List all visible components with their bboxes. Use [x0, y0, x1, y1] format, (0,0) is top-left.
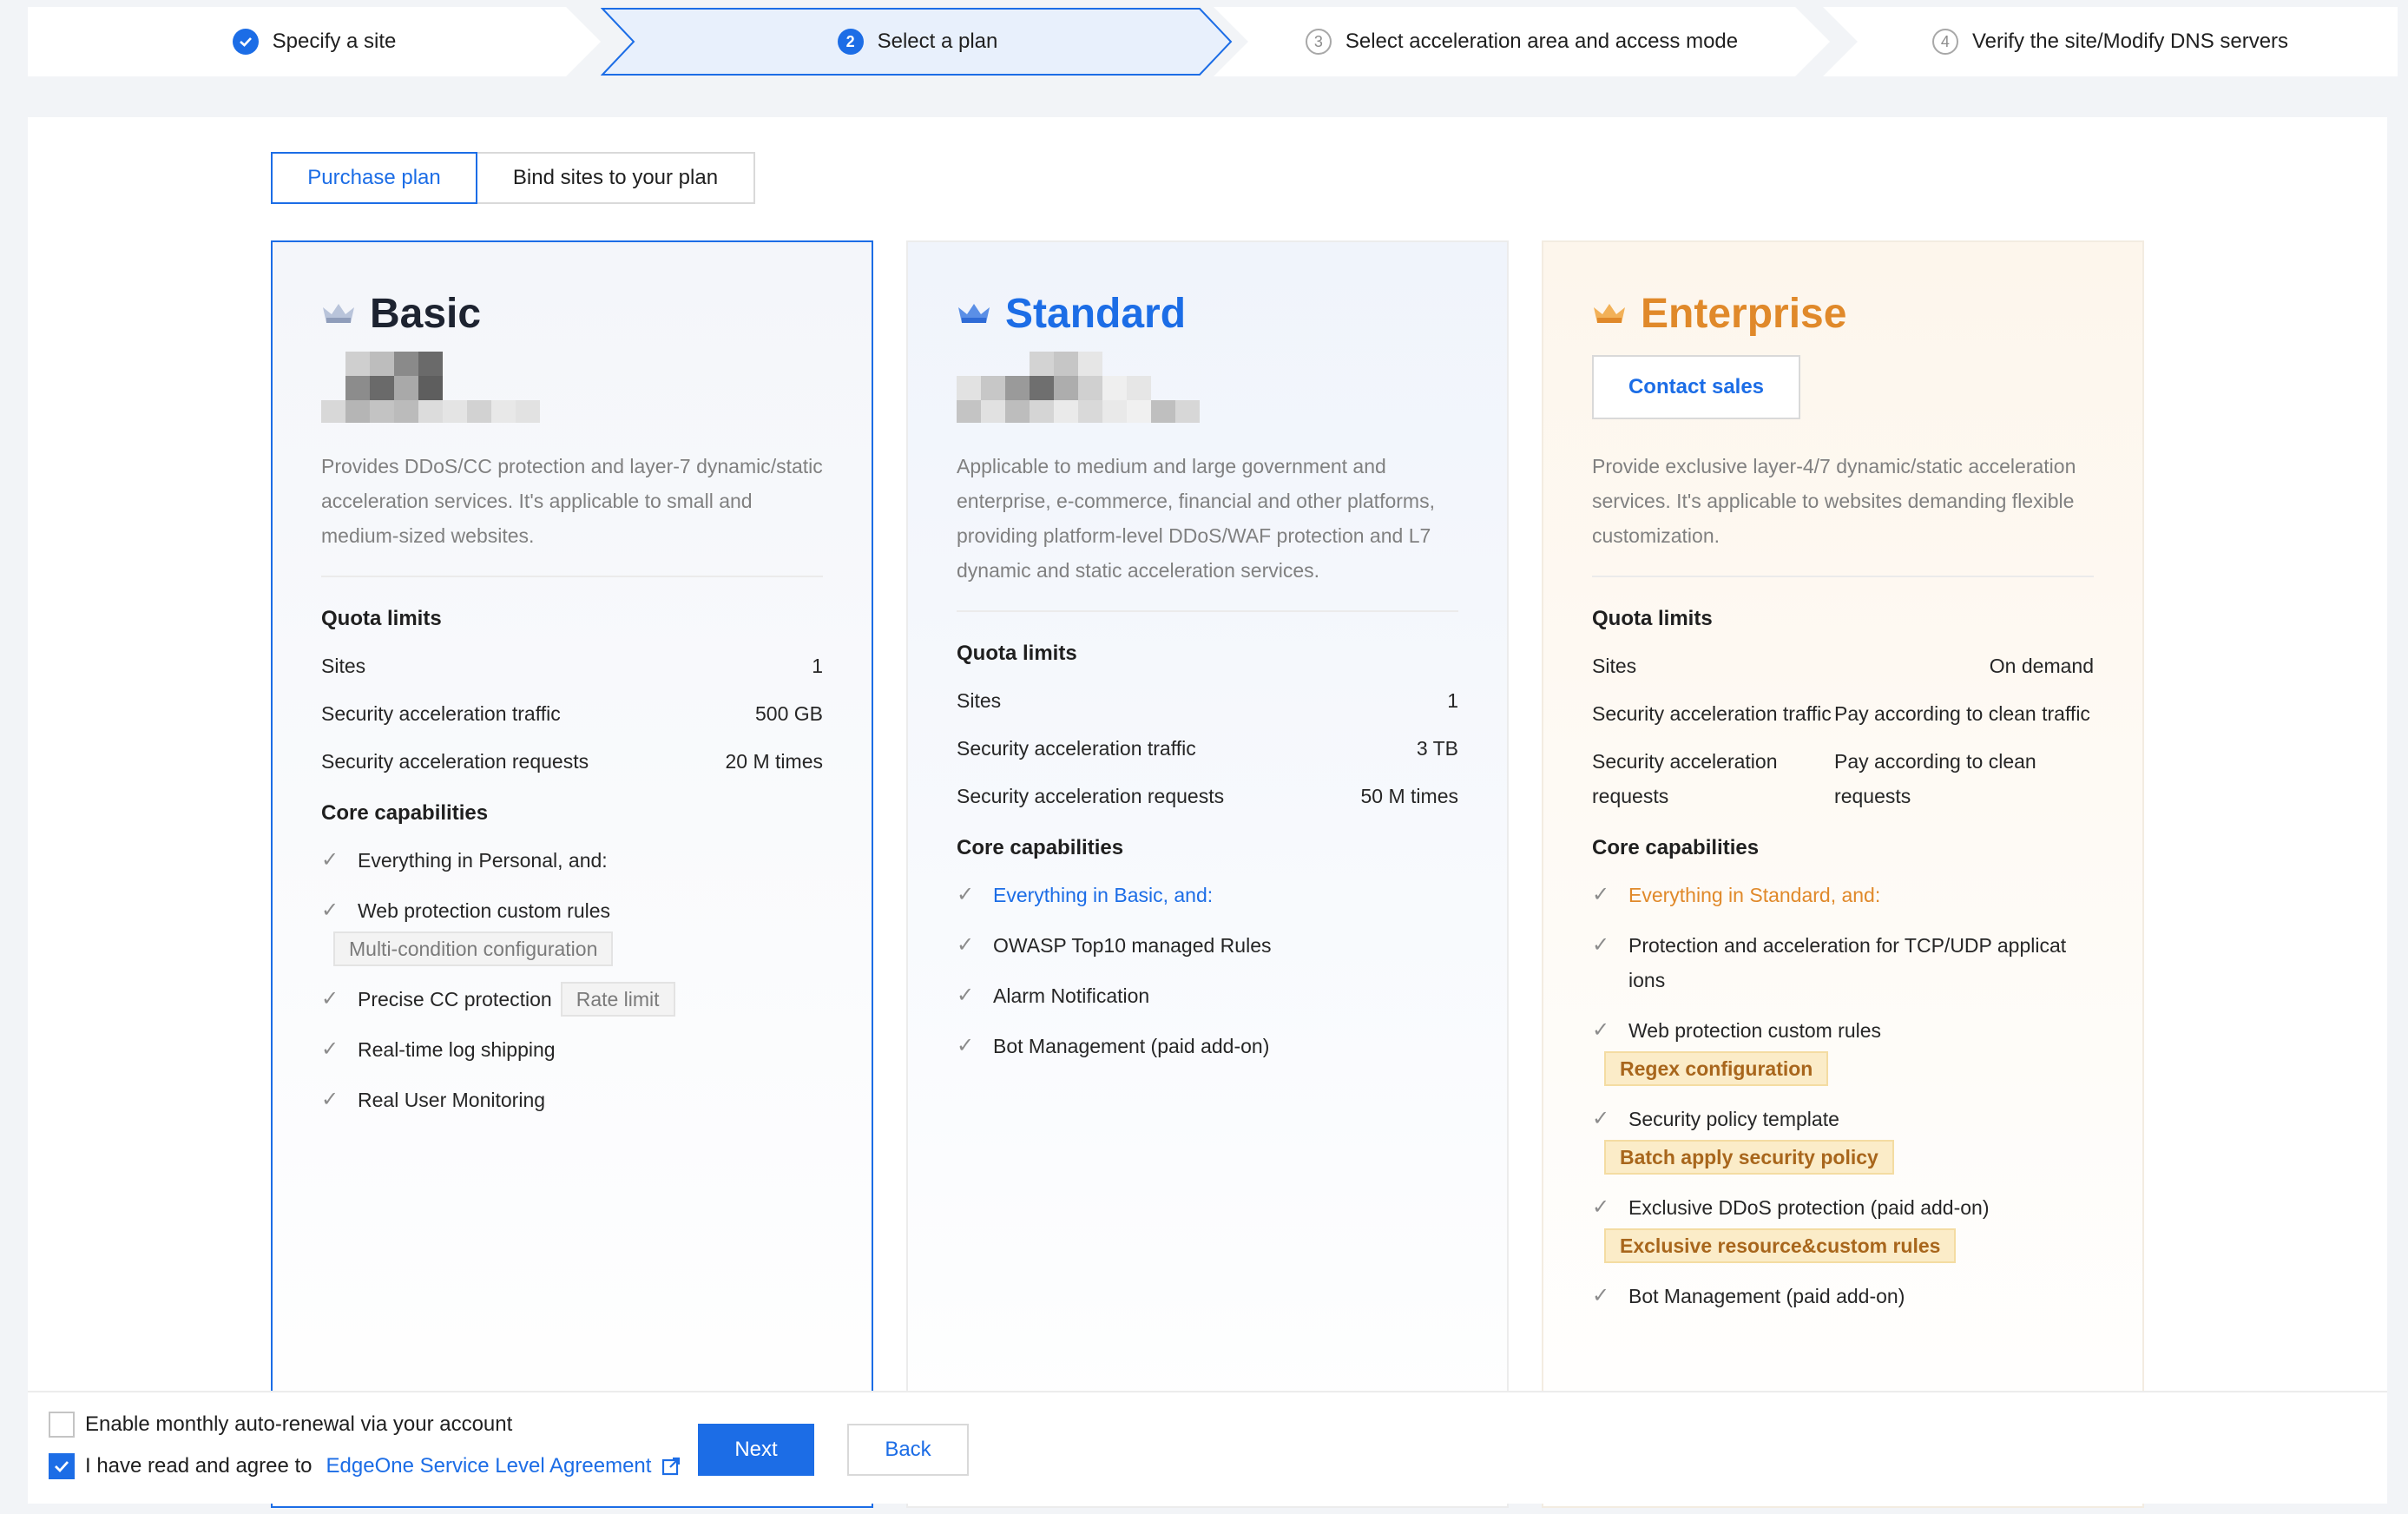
- auto-renew-label: Enable monthly auto-renewal via your acc…: [85, 1412, 513, 1436]
- check-icon: ✓: [957, 933, 975, 957]
- auto-renew-option: Enable monthly auto-renewal via your acc…: [49, 1412, 512, 1438]
- auto-renew-checkbox[interactable]: [49, 1412, 75, 1438]
- check-icon: ✓: [321, 987, 339, 1010]
- price-redacted: [957, 352, 1458, 423]
- check-icon: ✓: [1592, 1018, 1610, 1042]
- tab-bind-sites[interactable]: Bind sites to your plan: [477, 152, 755, 204]
- capability-item: ✓ Web protection custom rules Multi-condi…: [321, 893, 823, 966]
- step-label: Select acceleration area and access mode: [1345, 30, 1739, 53]
- quota-title: Quota limits: [957, 642, 1077, 665]
- footer-bar: Enable monthly auto-renewal via your acc…: [28, 1391, 2387, 1504]
- divider: [957, 610, 1458, 612]
- quota-row-traffic: Security acceleration traffic Pay accordi…: [1592, 702, 2090, 725]
- agreement-checkbox[interactable]: [49, 1453, 75, 1479]
- quota-row-requests: Security acceleration requests 20 M times: [321, 750, 823, 773]
- feature-tag: Batch apply security policy: [1604, 1140, 1894, 1175]
- quota-row-sites: Sites On demand: [1592, 655, 2094, 677]
- crown-icon: [323, 304, 354, 323]
- quota-row-sites: Sites 1: [321, 655, 823, 677]
- capability-item: ✓ OWASP Top10 managed Rules: [957, 928, 1458, 963]
- capability-item: ✓ Real User Monitoring: [321, 1083, 823, 1117]
- capability-item: ✓ Alarm Notification: [957, 978, 1458, 1013]
- core-title: Core capabilities: [321, 801, 489, 825]
- quota-row-traffic: Security acceleration traffic 3 TB: [957, 737, 1458, 760]
- price-redacted: [321, 352, 823, 423]
- step-label: Specify a site: [272, 30, 397, 53]
- check-icon: ✓: [321, 1088, 339, 1111]
- feature-tag: Exclusive resource&custom rules: [1604, 1228, 1957, 1263]
- check-icon: ✓: [1592, 883, 1610, 906]
- plan-card-standard[interactable]: Standard Applicable to medium and large …: [906, 240, 1509, 1508]
- step-select-plan[interactable]: 2 Select a plan: [601, 7, 1234, 76]
- check-icon: ✓: [321, 1037, 339, 1061]
- quota-row-requests: Security acceleration requests 50 M times: [957, 785, 1458, 807]
- step-number-badge: 3: [1305, 29, 1332, 55]
- step-specify-site[interactable]: Specify a site: [28, 7, 601, 76]
- step-label: Verify the site/Modify DNS servers: [1971, 30, 2289, 53]
- step-verify-site[interactable]: 4 Verify the site/Modify DNS servers: [1823, 7, 2398, 76]
- plan-name: Standard: [1005, 290, 1187, 337]
- check-icon: ✓: [957, 1034, 975, 1057]
- capability-item: ✓ Real-time log shipping: [321, 1032, 823, 1067]
- crown-icon: [958, 304, 990, 323]
- plan-name: Enterprise: [1641, 290, 1847, 337]
- plan-card-enterprise[interactable]: Enterprise Contact sales Provide exclusi…: [1542, 240, 2144, 1508]
- step-number-badge: 2: [837, 29, 864, 55]
- capability-item: ✓ Protection and acceleration for TCP/UDP…: [1592, 928, 2094, 997]
- check-icon: ✓: [321, 899, 339, 922]
- divider: [321, 576, 823, 577]
- core-title: Core capabilities: [957, 836, 1124, 859]
- capability-item: ✓ Exclusive DDoS protection (paid add-on)…: [1592, 1190, 2094, 1263]
- external-link-icon[interactable]: [661, 1457, 681, 1476]
- capability-item: ✓ Everything in Standard, and:: [1592, 878, 2094, 912]
- capability-item: ✓ Precise CC protection Rate limit: [321, 982, 823, 1017]
- plan-tabs: Purchase plan Bind sites to your plan: [271, 152, 755, 204]
- next-button[interactable]: Next: [698, 1424, 814, 1476]
- main-panel: Purchase plan Bind sites to your plan Ba…: [28, 117, 2387, 1508]
- capability-item: ✓ Security policy template Batch apply se…: [1592, 1102, 2094, 1175]
- back-button[interactable]: Back: [847, 1424, 969, 1476]
- capability-item: ✓ Everything in Personal, and:: [321, 843, 823, 878]
- quota-row-traffic: Security acceleration traffic 500 GB: [321, 702, 823, 725]
- step-acceleration-area[interactable]: 3 Select acceleration area and access mo…: [1214, 7, 1830, 76]
- agreement-label: I have read and agree to: [85, 1454, 313, 1478]
- quota-row-sites: Sites 1: [957, 689, 1458, 712]
- feature-tag: Multi-condition configuration: [333, 931, 614, 966]
- divider: [1592, 576, 2094, 577]
- capability-item: ✓ Everything in Basic, and:: [957, 878, 1458, 912]
- feature-tag: Regex configuration: [1604, 1051, 1829, 1086]
- plan-description: Provides DDoS/CC protection and layer-7 …: [321, 455, 823, 547]
- check-icon: ✓: [1592, 1195, 1610, 1219]
- agreement-option: I have read and agree to EdgeOne Service…: [49, 1453, 681, 1479]
- plan-description: Provide exclusive layer-4/7 dynamic/stat…: [1592, 455, 2076, 547]
- sla-link[interactable]: EdgeOne Service Level Agreement: [326, 1454, 652, 1478]
- plan-name: Basic: [370, 290, 482, 337]
- check-circle-icon: [232, 29, 259, 55]
- quota-title: Quota limits: [321, 607, 442, 630]
- core-title: Core capabilities: [1592, 836, 1760, 859]
- contact-sales-button[interactable]: Contact sales: [1592, 355, 1800, 419]
- check-icon: ✓: [957, 984, 975, 1007]
- capability-item: ✓ Bot Management (paid add-on): [957, 1029, 1458, 1063]
- step-label: Select a plan: [877, 30, 998, 53]
- check-icon: ✓: [1592, 1284, 1610, 1307]
- quota-title: Quota limits: [1592, 607, 1713, 630]
- stepper: Specify a site 2 Select a plan 3 Select …: [28, 7, 2398, 76]
- plan-card-basic[interactable]: Basic Provides DDoS/CC protection and la…: [271, 240, 873, 1508]
- check-icon: ✓: [321, 848, 339, 872]
- tab-purchase-plan[interactable]: Purchase plan: [271, 152, 477, 204]
- plan-description: Applicable to medium and large governmen…: [957, 455, 1435, 582]
- crown-icon: [1594, 304, 1625, 323]
- step-number-badge: 4: [1931, 29, 1958, 55]
- capability-item: ✓ Bot Management (paid add-on): [1592, 1279, 2094, 1313]
- check-icon: ✓: [1592, 1107, 1610, 1130]
- quota-row-requests: Security acceleration requests Pay accord…: [1592, 750, 2036, 807]
- check-icon: ✓: [1592, 933, 1610, 957]
- capability-item: ✓ Web protection custom rules Regex confi…: [1592, 1013, 2094, 1086]
- feature-tag: Rate limit: [560, 982, 675, 1017]
- check-icon: ✓: [957, 883, 975, 906]
- checkmark-icon: [55, 1461, 69, 1473]
